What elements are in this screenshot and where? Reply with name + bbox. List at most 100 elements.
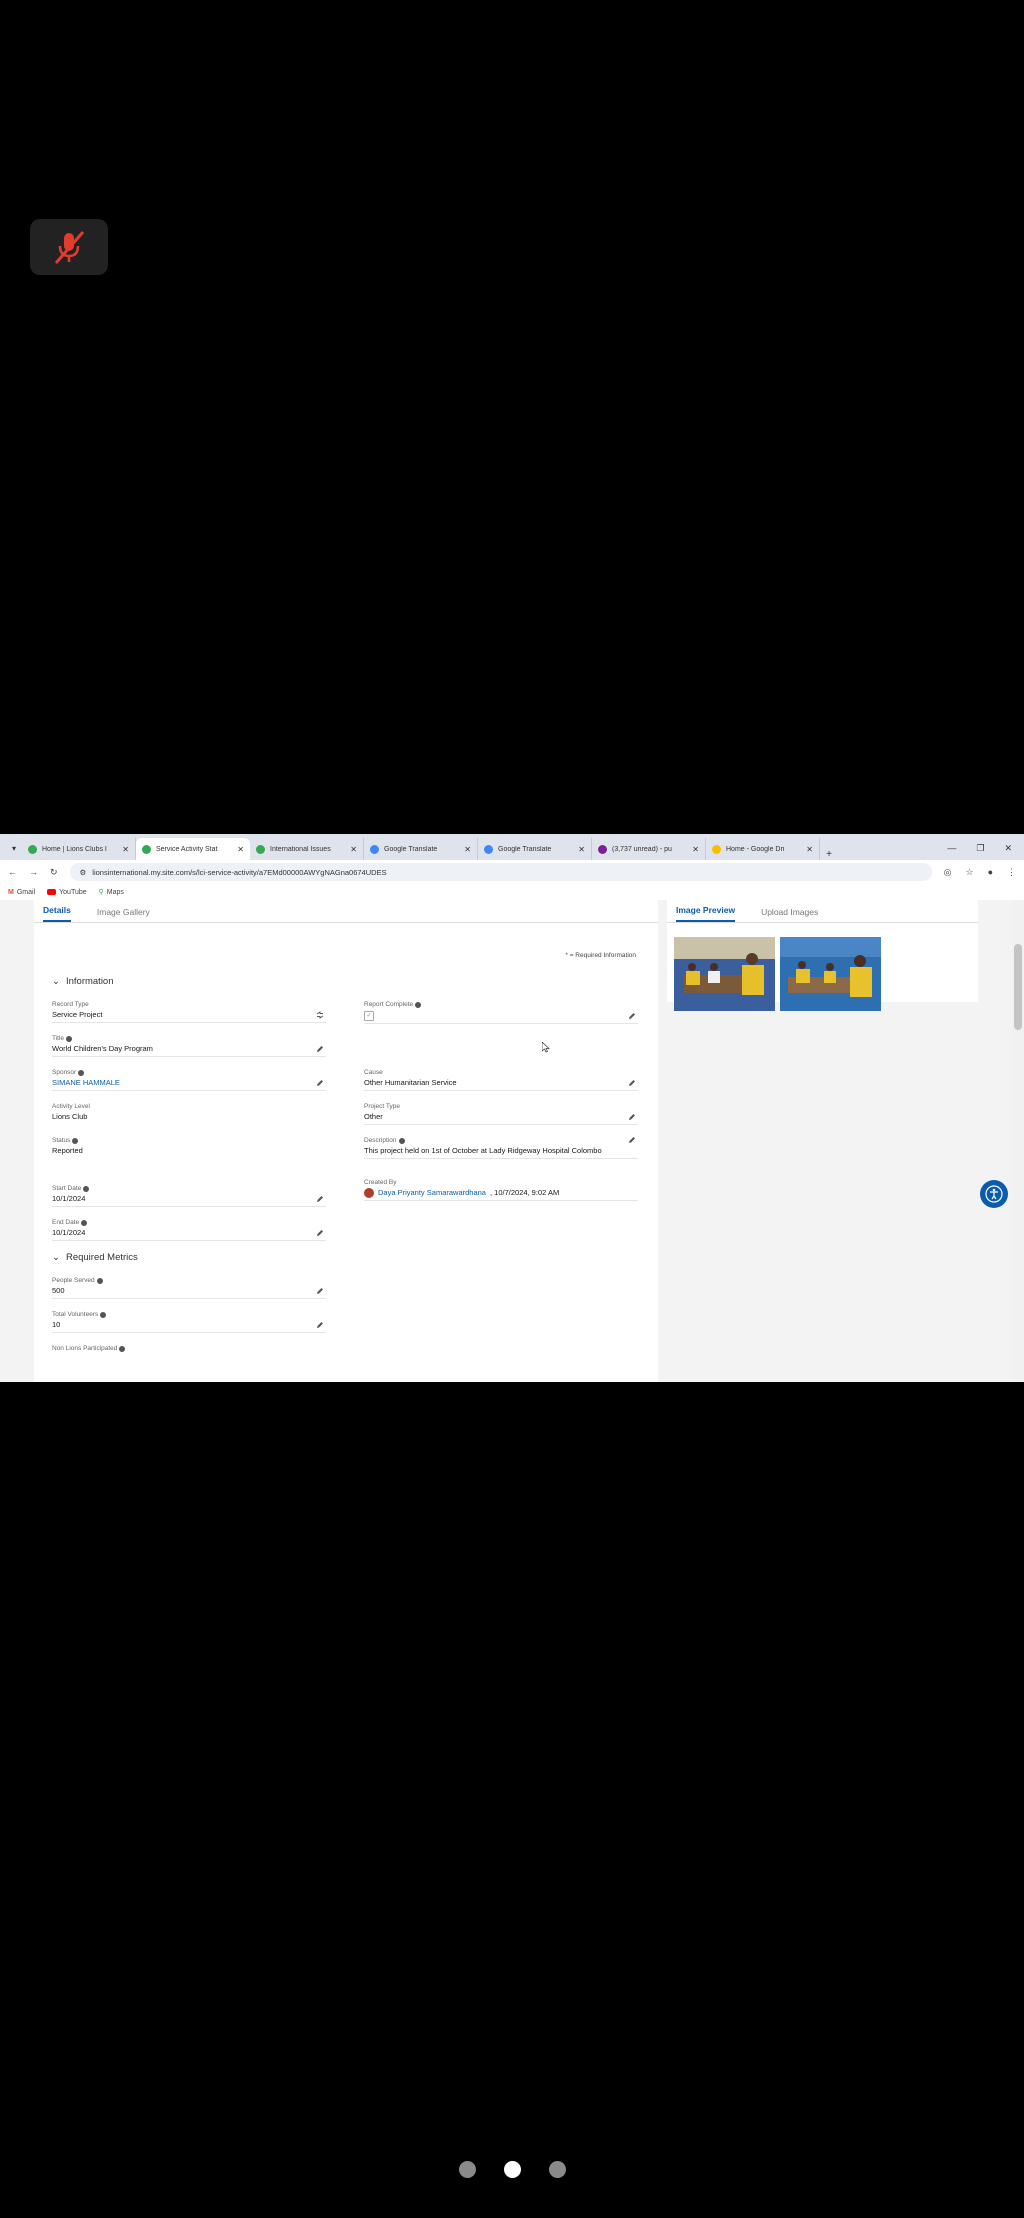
info-icon[interactable] (81, 1219, 88, 1226)
edit-pencil-icon[interactable] (316, 1079, 324, 1087)
preview-photo-2[interactable] (780, 937, 881, 1011)
url-text: lionsinternational.my.site.com/s/lci-ser… (92, 867, 387, 877)
mic-muted-button[interactable] (30, 219, 108, 275)
tab-upload-images[interactable]: Upload Images (761, 907, 818, 922)
browser-tab[interactable]: (3,737 unread) - pu ✕ (592, 838, 706, 860)
edit-pencil-icon[interactable] (316, 1195, 324, 1203)
info-icon[interactable] (398, 1137, 405, 1144)
edit-pencil-icon[interactable] (316, 1321, 324, 1329)
info-icon[interactable] (78, 1069, 85, 1076)
field-non-lions-participated: Non Lions Participated (52, 1344, 326, 1355)
field-project-type: Project Type Other (364, 1102, 638, 1125)
user-avatar (364, 1187, 374, 1198)
gmail-icon: M (8, 888, 14, 896)
menu-kebab-icon[interactable]: ⋮ (1007, 867, 1016, 878)
sponsor-link[interactable]: SIMANE HAMMALE (52, 1077, 326, 1088)
bookmark-star-icon[interactable]: ☆ (965, 867, 973, 878)
tab-label: Home | Lions Clubs I (42, 845, 107, 853)
field-created-by: Created By Daya Priyanty Samarawardhana … (364, 1178, 638, 1201)
address-toolbar: ← → ↻ ⚙ lionsinternational.my.site.com/s… (0, 860, 1024, 884)
browser-tab[interactable]: Google Translate ✕ (364, 838, 478, 860)
url-bar[interactable]: ⚙ lionsinternational.my.site.com/s/lci-s… (69, 863, 932, 881)
scrollbar-thumb[interactable] (1014, 944, 1022, 1030)
browser-tab[interactable]: Home - Google Dri ✕ (706, 838, 820, 860)
tab-label: Google Translate (384, 845, 438, 853)
salesforce-record-page: Details Image Gallery * = Required Infor… (0, 900, 1024, 1382)
info-icon[interactable] (100, 1311, 107, 1318)
info-icon[interactable] (66, 1035, 73, 1042)
field-start-date: Start Date 10/1/2024 (52, 1184, 326, 1207)
tab-favicon-icon (598, 844, 607, 854)
close-tab-icon[interactable]: ✕ (692, 845, 699, 854)
info-icon[interactable] (415, 1001, 422, 1008)
bookmark-youtube[interactable]: YouTube (47, 889, 87, 896)
field-status: Status Reported (52, 1137, 83, 1155)
preview-photo-1[interactable] (674, 937, 775, 1011)
back-icon[interactable]: ← (8, 867, 17, 877)
created-by-link[interactable]: Daya Priyanty Samarawardhana (378, 1187, 486, 1198)
browser-tab[interactable]: Service Activity Stat ✕ (136, 838, 250, 860)
edit-pencil-icon[interactable] (628, 1136, 636, 1144)
tab-favicon-icon (142, 844, 151, 854)
bookmark-maps[interactable]: ⚲ Maps (99, 888, 124, 897)
edit-pencil-icon[interactable] (316, 1229, 324, 1237)
close-tab-icon[interactable]: ✕ (464, 845, 471, 854)
tab-details[interactable]: Details (43, 905, 71, 922)
page-dot-3[interactable] (548, 2161, 566, 2178)
edit-pencil-icon[interactable] (628, 1012, 636, 1020)
tab-label: Home - Google Dri (726, 845, 785, 853)
section-information[interactable]: ⌄ Information (52, 976, 114, 987)
edit-pencil-icon[interactable] (316, 1287, 324, 1295)
section-required-metrics[interactable]: ⌄ Required Metrics (52, 1252, 138, 1263)
minimize-icon[interactable]: — (947, 843, 956, 853)
bookmark-gmail[interactable]: M Gmail (8, 889, 35, 896)
tab-search-icon[interactable]: ▾ (6, 836, 22, 860)
close-tab-icon[interactable]: ✕ (122, 845, 129, 854)
tab-favicon-icon (370, 844, 379, 854)
site-info-icon[interactable]: ⚙ (80, 868, 87, 877)
new-tab-button[interactable]: + (820, 849, 838, 860)
field-record-type: Record Type Service Project (52, 1000, 326, 1023)
tab-image-preview[interactable]: Image Preview (676, 905, 736, 922)
reload-icon[interactable]: ↻ (50, 867, 58, 878)
required-info-note: * = Required Information (565, 952, 636, 959)
edit-pencil-icon[interactable] (316, 1045, 324, 1053)
tab-favicon-icon (28, 844, 37, 854)
info-icon[interactable] (119, 1345, 126, 1352)
tab-image-gallery[interactable]: Image Gallery (97, 907, 150, 922)
change-record-type-icon[interactable] (316, 1011, 324, 1019)
page-scrollbar[interactable] (1012, 900, 1024, 1382)
close-tab-icon[interactable]: ✕ (237, 845, 244, 854)
info-icon[interactable] (83, 1185, 90, 1192)
info-icon[interactable] (96, 1277, 103, 1284)
location-icon[interactable]: ◎ (944, 867, 952, 878)
restore-icon[interactable]: ❐ (976, 843, 984, 854)
browser-tab-strip: ▾ Home | Lions Clubs I ✕ Service Activity … (0, 834, 1024, 860)
edit-pencil-icon[interactable] (628, 1113, 636, 1121)
tab-favicon-icon (712, 844, 721, 854)
accessibility-button[interactable] (980, 1180, 1008, 1208)
browser-tab[interactable]: International Issues ✕ (250, 838, 364, 860)
field-title: Title World Children's Day Program (52, 1034, 326, 1057)
browser-tab[interactable]: Home | Lions Clubs I ✕ (22, 838, 136, 860)
page-dot-1[interactable] (458, 2161, 476, 2178)
image-tabs: Image Preview Upload Images (667, 900, 978, 923)
mouse-cursor-icon (541, 1040, 550, 1058)
close-window-icon[interactable]: ✕ (1004, 843, 1012, 854)
tab-label: Google Translate (498, 845, 552, 853)
field-report-complete: Report Complete ✓ (364, 1000, 638, 1024)
accessibility-icon (985, 1185, 1003, 1203)
close-tab-icon[interactable]: ✕ (806, 845, 813, 854)
info-icon[interactable] (72, 1137, 79, 1144)
mic-off-icon (54, 231, 85, 264)
details-card: Details Image Gallery * = Required Infor… (34, 900, 658, 1382)
forward-icon[interactable]: → (29, 867, 38, 877)
edit-pencil-icon[interactable] (628, 1079, 636, 1087)
field-people-served: People Served 500 (52, 1276, 326, 1299)
browser-tab[interactable]: Google Translate ✕ (478, 838, 592, 860)
close-tab-icon[interactable]: ✕ (578, 845, 585, 854)
report-complete-checkbox[interactable]: ✓ (364, 1011, 374, 1021)
profile-avatar[interactable]: ● (988, 867, 993, 878)
close-tab-icon[interactable]: ✕ (350, 845, 357, 854)
page-dot-2[interactable] (503, 2161, 521, 2178)
